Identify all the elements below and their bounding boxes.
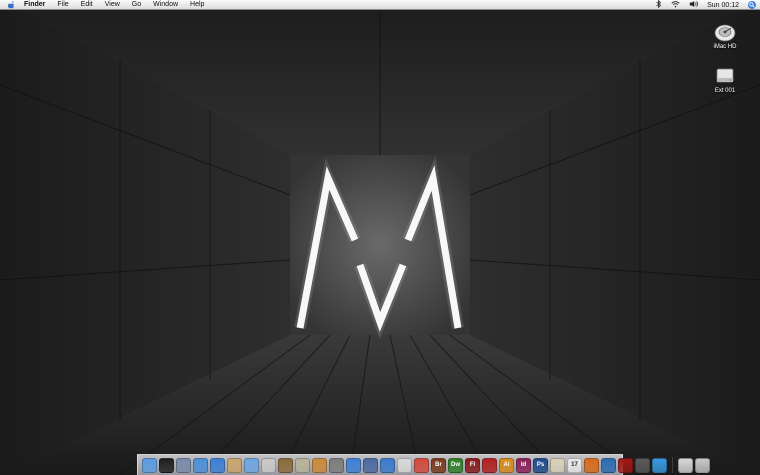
desktop-icon-label: iMac HD bbox=[713, 44, 737, 50]
wifi-icon[interactable] bbox=[671, 0, 680, 10]
acrobat-icon[interactable] bbox=[482, 457, 497, 473]
menu-bar: Finder File Edit View Go Window Help Sun… bbox=[0, 0, 760, 10]
indesign-icon[interactable]: Id bbox=[516, 457, 531, 473]
dock-icon-label: Ps bbox=[536, 462, 545, 468]
system-preferences-icon[interactable] bbox=[329, 457, 344, 473]
menu-clock[interactable]: Sun 00:12 bbox=[707, 2, 739, 9]
menu-window[interactable]: Window bbox=[153, 0, 178, 10]
menu-finder[interactable]: Finder bbox=[24, 0, 45, 10]
dock-icon-label: Dw bbox=[451, 462, 460, 468]
dock-stacks bbox=[678, 457, 710, 473]
finder-icon[interactable] bbox=[142, 457, 157, 473]
textedit-icon[interactable] bbox=[261, 457, 276, 473]
external-drive-icon bbox=[714, 66, 736, 86]
desktop-icon-ext-001[interactable]: Ext 001 bbox=[703, 66, 747, 94]
script-editor-icon[interactable] bbox=[397, 457, 412, 473]
skype-icon[interactable] bbox=[652, 457, 667, 473]
bridge-icon[interactable]: Br bbox=[431, 457, 446, 473]
dock-icon-label: Id bbox=[520, 462, 527, 468]
network-icon[interactable] bbox=[601, 457, 616, 473]
calendar-icon[interactable]: 17 bbox=[567, 457, 582, 473]
menu-edit[interactable]: Edit bbox=[81, 0, 93, 10]
dock: Br Dw Fl Ai Id Ps 17 bbox=[137, 454, 710, 475]
iphoto-icon[interactable] bbox=[278, 457, 293, 473]
itunes-icon[interactable] bbox=[244, 457, 259, 473]
illustrator-icon[interactable]: Ai bbox=[499, 457, 514, 473]
dock-icon-label: Fl bbox=[469, 462, 476, 468]
dock-apps: Br Dw Fl Ai Id Ps 17 bbox=[142, 457, 667, 473]
trash-icon[interactable] bbox=[695, 457, 710, 473]
desktop-wallpaper bbox=[0, 0, 760, 475]
itunes-note-icon[interactable] bbox=[346, 457, 361, 473]
volume-icon[interactable] bbox=[689, 0, 699, 10]
dreamweaver-icon[interactable]: Dw bbox=[448, 457, 463, 473]
dock-separator bbox=[672, 457, 673, 473]
safari-icon[interactable] bbox=[193, 457, 208, 473]
ichat-icon[interactable] bbox=[210, 457, 225, 473]
garageband-icon[interactable] bbox=[312, 457, 327, 473]
app-store-icon[interactable] bbox=[363, 457, 378, 473]
downloads-stack-icon[interactable] bbox=[678, 457, 693, 473]
desktop-icon-imac-hd[interactable]: iMac HD bbox=[703, 22, 747, 50]
menu-file[interactable]: File bbox=[57, 0, 68, 10]
apple-menu-icon[interactable] bbox=[6, 0, 16, 10]
quicktime-icon[interactable] bbox=[380, 457, 395, 473]
activity-monitor-icon[interactable] bbox=[635, 457, 650, 473]
bluetooth-icon[interactable] bbox=[655, 0, 662, 10]
fontbook-icon[interactable] bbox=[550, 457, 565, 473]
menu-go[interactable]: Go bbox=[132, 0, 141, 10]
address-book-icon[interactable] bbox=[227, 457, 242, 473]
spotlight-icon[interactable] bbox=[748, 1, 756, 9]
photoshop-icon[interactable]: Ps bbox=[533, 457, 548, 473]
terminal-icon[interactable] bbox=[618, 457, 633, 473]
dock-icon-label: 17 bbox=[571, 462, 578, 468]
dock-icon-label: Br bbox=[435, 462, 442, 468]
pdf-icon[interactable] bbox=[414, 457, 429, 473]
preview-icon[interactable] bbox=[176, 457, 191, 473]
imovie-icon[interactable] bbox=[295, 457, 310, 473]
desktop-icon-label: Ext 001 bbox=[714, 88, 736, 94]
firefox-icon[interactable] bbox=[584, 457, 599, 473]
hard-drive-icon bbox=[714, 22, 736, 42]
menu-help[interactable]: Help bbox=[190, 0, 204, 10]
menu-view[interactable]: View bbox=[105, 0, 120, 10]
dashboard-icon[interactable] bbox=[159, 457, 174, 473]
dock-icon-label: Ai bbox=[503, 462, 510, 468]
flash-icon[interactable]: Fl bbox=[465, 457, 480, 473]
